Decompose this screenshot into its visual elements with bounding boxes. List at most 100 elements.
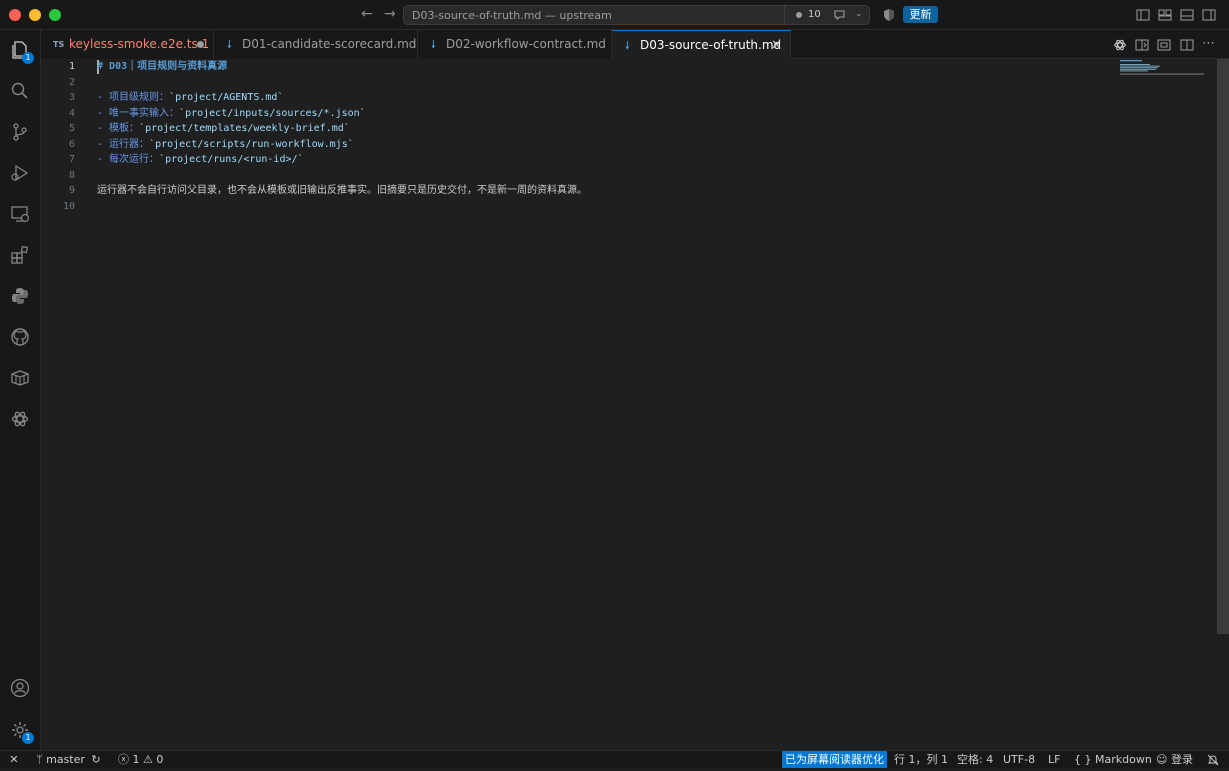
close-tab-icon[interactable]: ✕ — [771, 31, 782, 60]
notifications-bell-icon[interactable] — [1207, 751, 1219, 771]
warning-icon: ⚠ — [143, 753, 153, 766]
zoom-window-button[interactable] — [49, 9, 61, 21]
editor-tabs: TS keyless-smoke.e2e.ts 1 🠗 D01-candidat… — [41, 30, 1229, 60]
tab-label: D01-candidate-scorecard.md — [242, 37, 417, 51]
tab-d02[interactable]: 🠗 D02-workflow-contract.md — [418, 30, 612, 59]
customize-layout-icon[interactable] — [1158, 8, 1172, 22]
line-number: 7 — [68, 154, 75, 165]
sync-icon: ↻ — [91, 753, 101, 766]
code-line-6: - 运行器：`project/scripts/run-workflow.mjs` — [97, 137, 354, 152]
update-button[interactable]: 更新 — [903, 6, 938, 23]
containers-icon[interactable] — [10, 368, 30, 388]
typescript-file-icon: TS — [53, 40, 65, 49]
list-item-label: - 每次运行： — [97, 154, 160, 165]
line-number: 3 — [68, 92, 75, 103]
explorer-icon[interactable]: 1 — [10, 40, 34, 64]
forward-arrow-icon[interactable]: → — [384, 6, 396, 22]
sync-dot-icon — [796, 12, 802, 18]
close-window-button[interactable] — [9, 9, 21, 21]
code-line-9: 运行器不会自行访问父目录，也不会从模板或旧输出反推事实。旧摘要只是历史交付，不是… — [97, 185, 587, 196]
list-item-label: - 模板： — [97, 123, 140, 134]
language-name: Markdown — [1095, 753, 1152, 766]
toggle-primary-sidebar-icon[interactable] — [1136, 8, 1150, 22]
tab-label: D02-workflow-contract.md — [446, 37, 606, 51]
back-arrow-icon[interactable]: ← — [361, 6, 373, 22]
heading-text: D03｜项目规则与资料真源 — [103, 61, 228, 72]
tab-keyless-smoke[interactable]: TS keyless-smoke.e2e.ts 1 — [41, 30, 214, 59]
language-mode[interactable]: { } Markdown — [1074, 751, 1152, 768]
line-number: 10 — [62, 200, 75, 212]
cursor-position[interactable]: 行 1，列 1 — [894, 751, 948, 768]
extensions-icon[interactable] — [10, 245, 30, 265]
github-icon[interactable] — [10, 327, 30, 347]
remote-indicator-icon[interactable]: ✕ — [0, 751, 28, 768]
more-actions-icon[interactable]: ⋯ — [1202, 36, 1215, 51]
branch-name: master — [46, 753, 85, 766]
screen-reader-status[interactable]: 已为屏幕阅读器优化 — [782, 751, 887, 768]
run-debug-icon[interactable] — [10, 163, 30, 183]
error-count: 1 — [132, 753, 140, 766]
markdown-file-icon: 🠗 — [227, 38, 232, 51]
encoding-status[interactable]: UTF-8 — [1003, 751, 1035, 768]
braces-icon: { } — [1074, 753, 1092, 766]
sync-icon[interactable] — [832, 7, 848, 26]
command-center[interactable]: D03-source-of-truth.md — upstream 10 ⌄ — [403, 5, 870, 25]
error-icon: ⓧ — [118, 753, 129, 766]
manage-gear-icon[interactable]: 1 — [10, 720, 34, 744]
markdown-file-icon: 🠗 — [625, 39, 630, 52]
tab-label: keyless-smoke.e2e.ts — [69, 37, 198, 51]
toggle-secondary-sidebar-icon[interactable] — [1202, 8, 1216, 22]
line-number: 9 — [68, 185, 75, 196]
python-icon[interactable] — [10, 286, 30, 306]
signin-label: 登录 — [1170, 753, 1193, 766]
editor[interactable]: 1 2 3 4 5 6 7 8 9 10 # D03｜项目规则与资料真源 - 项… — [41, 59, 1229, 750]
unsaved-dot-icon[interactable] — [197, 41, 204, 48]
toggle-panel-icon[interactable] — [1180, 8, 1194, 22]
inline-code: `project/runs/<run-id>/` — [159, 154, 304, 165]
eol-status[interactable]: LF — [1048, 751, 1060, 768]
copilot-shield-icon[interactable] — [882, 8, 896, 25]
code-line-5: - 模板：`project/templates/weekly-brief.md` — [97, 121, 350, 136]
accounts-icon[interactable] — [10, 678, 30, 698]
problems-status[interactable]: ⓧ 1 ⚠ 0 — [118, 751, 163, 768]
source-control-icon[interactable] — [10, 122, 30, 142]
warning-count: 0 — [156, 753, 164, 766]
code-line-7: - 每次运行：`project/runs/<run-id>/` — [97, 152, 304, 167]
sync-count: 10 — [808, 9, 821, 20]
split-editor-icon[interactable] — [1180, 38, 1194, 55]
line-number: 4 — [68, 107, 75, 119]
markdown-file-icon: 🠗 — [431, 38, 436, 51]
activity-bar: 1 1 — [0, 30, 41, 750]
code-line-1: # D03｜项目规则与资料真源 — [97, 59, 227, 74]
editor-scrollbar[interactable] — [1217, 59, 1229, 634]
line-number: 2 — [68, 76, 75, 88]
open-changes-icon[interactable] — [1157, 38, 1171, 55]
minimap[interactable] — [1116, 59, 1216, 79]
signin-status[interactable]: ☺ 登录 — [1156, 751, 1193, 768]
list-item-label: - 运行器： — [97, 138, 150, 150]
inline-code: `project/templates/weekly-brief.md` — [139, 123, 350, 134]
title-bar: ← → D03-source-of-truth.md — upstream 10… — [0, 0, 1229, 30]
explorer-badge: 1 — [22, 52, 34, 64]
indentation-status[interactable]: 空格: 4 — [957, 751, 993, 768]
branch-status[interactable]: ᛘ master ↻ — [36, 751, 101, 768]
openai-chat-icon[interactable] — [1113, 38, 1127, 55]
remote-explorer-icon[interactable] — [10, 204, 30, 224]
chevron-down-icon[interactable]: ⌄ — [855, 9, 863, 19]
code-line-4: - 唯一事实输入：`project/inputs/sources/*.json` — [97, 106, 366, 121]
minimize-window-button[interactable] — [29, 9, 41, 21]
tab-label: D03-source-of-truth.md — [640, 38, 782, 52]
openai-icon[interactable] — [10, 409, 30, 429]
divider — [784, 6, 785, 24]
line-number: 1 — [68, 61, 75, 72]
line-number: 8 — [68, 169, 75, 181]
search-icon[interactable] — [10, 81, 30, 101]
tab-d01[interactable]: 🠗 D01-candidate-scorecard.md — [214, 30, 418, 59]
line-number: 6 — [68, 138, 75, 150]
line-number: 5 — [68, 123, 75, 134]
open-preview-side-icon[interactable] — [1135, 38, 1149, 55]
list-item-label: - 唯一事实输入： — [97, 107, 180, 119]
branch-icon: ᛘ — [36, 753, 43, 766]
command-center-title: D03-source-of-truth.md — upstream — [412, 9, 612, 22]
tab-d03[interactable]: 🠗 D03-source-of-truth.md ✕ — [612, 30, 791, 60]
